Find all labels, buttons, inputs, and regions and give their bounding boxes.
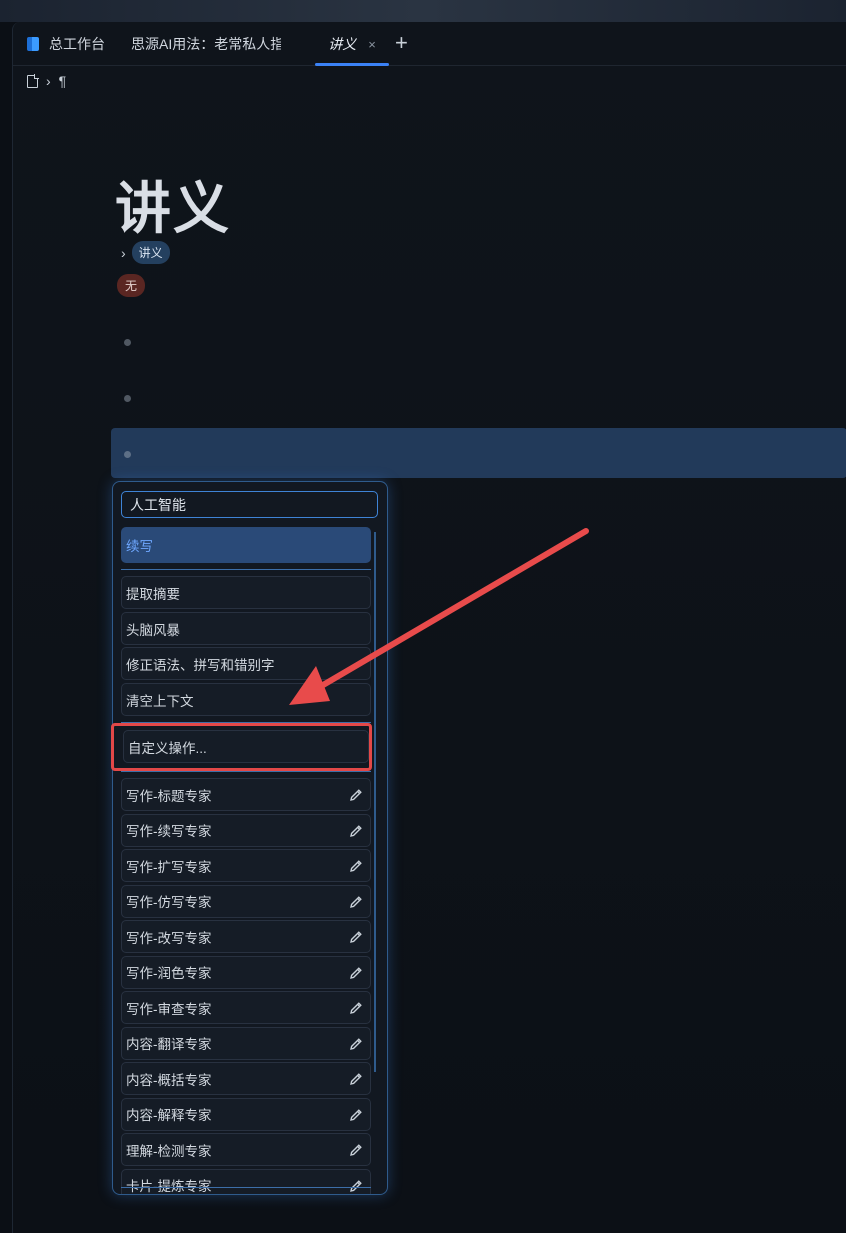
close-icon[interactable]: × (368, 37, 376, 52)
pencil-icon[interactable] (348, 929, 364, 945)
menu-item-label: 卡片-提炼专家 (126, 1179, 212, 1194)
menu-item-preset[interactable]: 写作-改写专家 (121, 920, 371, 953)
tag-row: › 讲义 (121, 241, 170, 264)
editor-window: 总工作台 思源AI用法：老常私人指 讲义 × + › ¶ 讲义 › 讲义 无 续… (12, 22, 846, 1233)
menu-item-brainstorm[interactable]: 头脑风暴 (121, 612, 371, 645)
menu-item-label: 写作-扩写专家 (126, 859, 212, 875)
menu-item-preset[interactable]: 写作-仿写专家 (121, 884, 371, 918)
pencil-icon[interactable] (348, 1142, 364, 1158)
menu-item-preset[interactable]: 内容-解释专家 (121, 1097, 371, 1131)
notebook-icon (27, 37, 39, 51)
pilcrow-icon[interactable]: ¶ (59, 73, 67, 89)
breadcrumb: › ¶ (27, 72, 66, 90)
menu-separator (121, 1187, 371, 1188)
chevron-right-icon[interactable]: › (121, 245, 126, 261)
menu-item-label: 理解-检测专家 (126, 1143, 212, 1159)
tab-label: 总工作台 (49, 36, 105, 52)
menu-item-summary[interactable]: 提取摘要 (121, 576, 371, 609)
tab-label: 思源AI用法：老常私人指 (131, 36, 281, 52)
menu-item-label: 头脑风暴 (126, 622, 180, 638)
tab-workspace[interactable]: 总工作台 (27, 22, 105, 66)
menu-item-clear-context[interactable]: 清空上下文 (121, 683, 371, 716)
status-badge[interactable]: 无 (117, 274, 146, 297)
window-top-strip (0, 0, 846, 22)
search-input[interactable] (121, 491, 378, 518)
list-bullet[interactable] (124, 339, 131, 346)
menu-item-preset[interactable]: 写作-续写专家 (121, 813, 371, 847)
menu-item-label: 写作-改写专家 (126, 930, 212, 946)
list-bullet[interactable] (124, 451, 131, 458)
add-tab-button[interactable]: + (395, 31, 408, 55)
selected-block[interactable] (111, 428, 846, 478)
menu-item-label: 提取摘要 (126, 586, 180, 602)
document-icon[interactable] (27, 73, 39, 88)
menu-item-preset[interactable]: 内容-概括专家 (121, 1062, 371, 1095)
menu-separator (121, 569, 371, 570)
menu-item-preset[interactable]: 内容-翻译专家 (121, 1026, 371, 1060)
menu-item-preset[interactable]: 卡片-提炼专家 (121, 1168, 371, 1194)
tab-lecture[interactable]: 讲义 × (315, 22, 389, 66)
tab-siyuan-ai[interactable]: 思源AI用法：老常私人指 (131, 22, 281, 66)
menu-item-label: 写作-润色专家 (126, 966, 212, 981)
highlight-annotation (111, 723, 372, 771)
menu-separator (121, 771, 371, 772)
menu-item-preset[interactable]: 写作-标题专家 (121, 778, 371, 811)
menu-item-preset[interactable]: 理解-检测专家 (121, 1133, 371, 1166)
menu-item-continue[interactable]: 续写 (121, 527, 371, 563)
menu-item-label: 写作-标题专家 (126, 788, 212, 804)
pencil-icon[interactable] (348, 1036, 364, 1052)
scrollbar[interactable] (374, 532, 376, 1072)
pencil-icon[interactable] (348, 965, 364, 981)
menu-item-label: 内容-概括专家 (126, 1072, 212, 1088)
menu-item-label: 续写 (126, 539, 153, 554)
page-title[interactable]: 讲义 (115, 164, 231, 245)
menu-item-preset[interactable]: 写作-润色专家 (121, 955, 371, 989)
pencil-icon[interactable] (348, 1107, 364, 1123)
tab-bar: 总工作台 思源AI用法：老常私人指 讲义 × + (13, 22, 846, 66)
tag-chip[interactable]: 讲义 (131, 241, 170, 264)
pencil-icon[interactable] (348, 823, 364, 839)
tab-label: 讲义 (328, 36, 357, 52)
list-bullet[interactable] (124, 395, 131, 402)
pencil-icon[interactable] (348, 894, 364, 910)
menu-item-label: 内容-解释专家 (126, 1108, 212, 1123)
menu-item-preset[interactable]: 写作-扩写专家 (121, 849, 371, 882)
pencil-icon[interactable] (348, 787, 364, 803)
breadcrumb-separator-icon: › (46, 73, 51, 89)
pencil-icon[interactable] (348, 1071, 364, 1087)
menu-item-label: 写作-仿写专家 (126, 895, 212, 910)
pencil-icon[interactable] (348, 1178, 364, 1194)
menu-item-preset[interactable]: 写作-审查专家 (121, 991, 371, 1024)
menu-item-label: 写作-审查专家 (126, 1001, 212, 1017)
pencil-icon[interactable] (348, 1000, 364, 1016)
menu-item-label: 内容-翻译专家 (126, 1037, 212, 1052)
menu-item-label: 修正语法、拼写和错别字 (126, 657, 275, 673)
ai-command-menu: 续写 提取摘要 头脑风暴 修正语法、拼写和错别字 清空上下文 自定义操作... … (112, 481, 388, 1195)
menu-item-fix-grammar[interactable]: 修正语法、拼写和错别字 (121, 647, 371, 680)
menu-item-label: 写作-续写专家 (126, 824, 212, 839)
menu-item-label: 清空上下文 (126, 693, 194, 709)
pencil-icon[interactable] (348, 858, 364, 874)
